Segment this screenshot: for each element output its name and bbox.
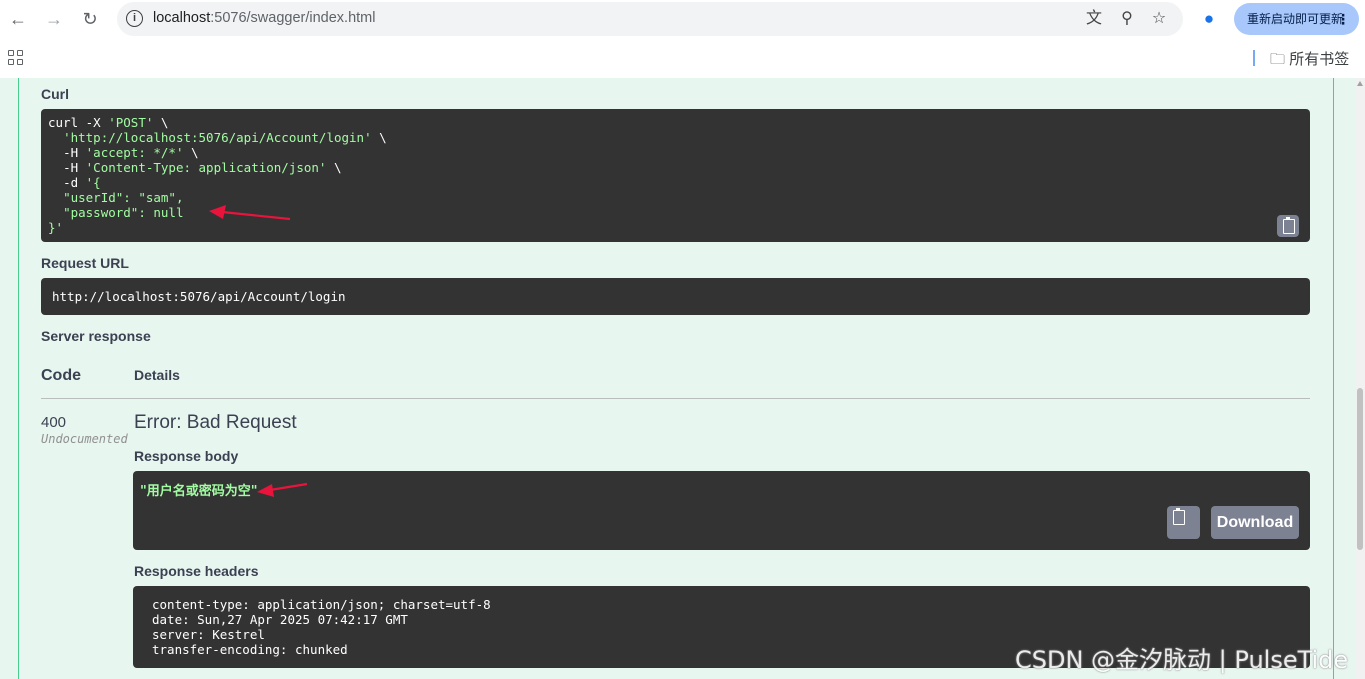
- line-continuation: \: [153, 115, 169, 130]
- url-host: localhost: [153, 10, 211, 26]
- bookmarks-separator: [1253, 50, 1255, 66]
- watermark: CSDN @金汐脉动 | PulseTide: [1015, 646, 1349, 674]
- curl-content-type-header: 'Content-Type: application/json': [85, 160, 327, 175]
- data-close: }': [48, 220, 64, 235]
- curl-method: 'POST': [108, 115, 154, 130]
- update-button[interactable]: 重新启动即可更新 ⋮: [1234, 3, 1359, 35]
- response-code-note: Undocumented: [41, 432, 128, 446]
- code-column-header: Code: [41, 367, 81, 384]
- scrollbar-thumb[interactable]: [1357, 388, 1363, 550]
- bookmark-star-icon[interactable]: ☆: [1149, 9, 1169, 29]
- panel-left-border: [18, 78, 19, 679]
- header-flag: -H: [63, 160, 86, 175]
- all-bookmarks-folder[interactable]: 🗀 所有书签: [1270, 48, 1349, 74]
- table-divider: [41, 398, 1310, 399]
- response-header-line: transfer-encoding: chunked: [152, 642, 348, 657]
- request-url-label: Request URL: [41, 255, 129, 271]
- folder-icon: 🗀: [1270, 51, 1286, 68]
- panel-right-border: [1333, 78, 1334, 679]
- curl-code-block: curl -X 'POST' \ 'http://localhost:5076/…: [41, 109, 1310, 242]
- request-url-block: http://localhost:5076/api/Account/login: [41, 278, 1310, 315]
- scroll-up-arrow-icon[interactable]: [1357, 81, 1363, 86]
- bookmarks-bar: 🗀 所有书签: [0, 38, 1365, 78]
- url-path: :5076/swagger/index.html: [210, 10, 376, 26]
- browser-toolbar: ← → ↻ i localhost:5076/swagger/index.htm…: [0, 0, 1365, 38]
- back-arrow-icon[interactable]: ←: [6, 7, 30, 31]
- update-label: 重新启动即可更新: [1247, 12, 1344, 26]
- error-title: Error: Bad Request: [134, 412, 297, 433]
- address-url[interactable]: localhost:5076/swagger/index.html: [153, 10, 375, 26]
- copy-response-icon[interactable]: [1167, 506, 1200, 539]
- response-header-line: content-type: application/json; charset=…: [152, 597, 491, 612]
- all-bookmarks-label: 所有书签: [1289, 51, 1350, 68]
- address-bar[interactable]: i localhost:5076/swagger/index.html 文 ⚲ …: [117, 2, 1183, 36]
- response-body-block: "用户名或密码为空": [133, 471, 1310, 550]
- site-info-icon[interactable]: i: [126, 10, 143, 27]
- request-url-value: http://localhost:5076/api/Account/login: [52, 289, 346, 304]
- response-body-label: Response body: [134, 448, 239, 464]
- download-button[interactable]: Download: [1211, 506, 1299, 539]
- profile-icon[interactable]: ●: [1198, 8, 1220, 30]
- response-headers-list: content-type: application/json; charset=…: [152, 597, 491, 657]
- header-flag: -H: [63, 145, 86, 160]
- data-open: '{: [85, 175, 101, 190]
- reload-icon[interactable]: ↻: [78, 7, 102, 31]
- curl-label: Curl: [41, 86, 69, 102]
- response-headers-label: Response headers: [134, 563, 259, 579]
- zoom-icon[interactable]: ⚲: [1117, 9, 1137, 29]
- response-code: 400: [41, 414, 67, 431]
- curl-body-password: "password": null: [63, 205, 184, 220]
- response-header-line: server: Kestrel: [152, 627, 265, 642]
- translate-icon[interactable]: 文: [1084, 9, 1104, 29]
- curl-command: curl -X 'POST' \ 'http://localhost:5076/…: [48, 115, 387, 235]
- response-body-value: "用户名或密码为空": [140, 484, 258, 499]
- curl-body-userid: "userId": "sam",: [63, 190, 184, 205]
- more-menu-icon[interactable]: ⋮: [1336, 3, 1350, 35]
- server-response-label: Server response: [41, 328, 151, 344]
- scrollbar-track[interactable]: [1355, 78, 1365, 679]
- copy-curl-icon[interactable]: [1277, 215, 1299, 237]
- response-header-line: date: Sun,27 Apr 2025 07:42:17 GMT: [152, 612, 408, 627]
- data-flag: -d: [63, 175, 86, 190]
- curl-cmd: curl -X: [48, 115, 109, 130]
- details-column-header: Details: [134, 367, 180, 383]
- forward-arrow-icon[interactable]: →: [42, 7, 66, 31]
- apps-grid-icon[interactable]: [8, 50, 24, 66]
- swagger-operation-panel: Curl curl -X 'POST' \ 'http://localhost:…: [0, 78, 1355, 679]
- curl-accept-header: 'accept: */*': [85, 145, 184, 160]
- curl-url: 'http://localhost:5076/api/Account/login…: [63, 130, 372, 145]
